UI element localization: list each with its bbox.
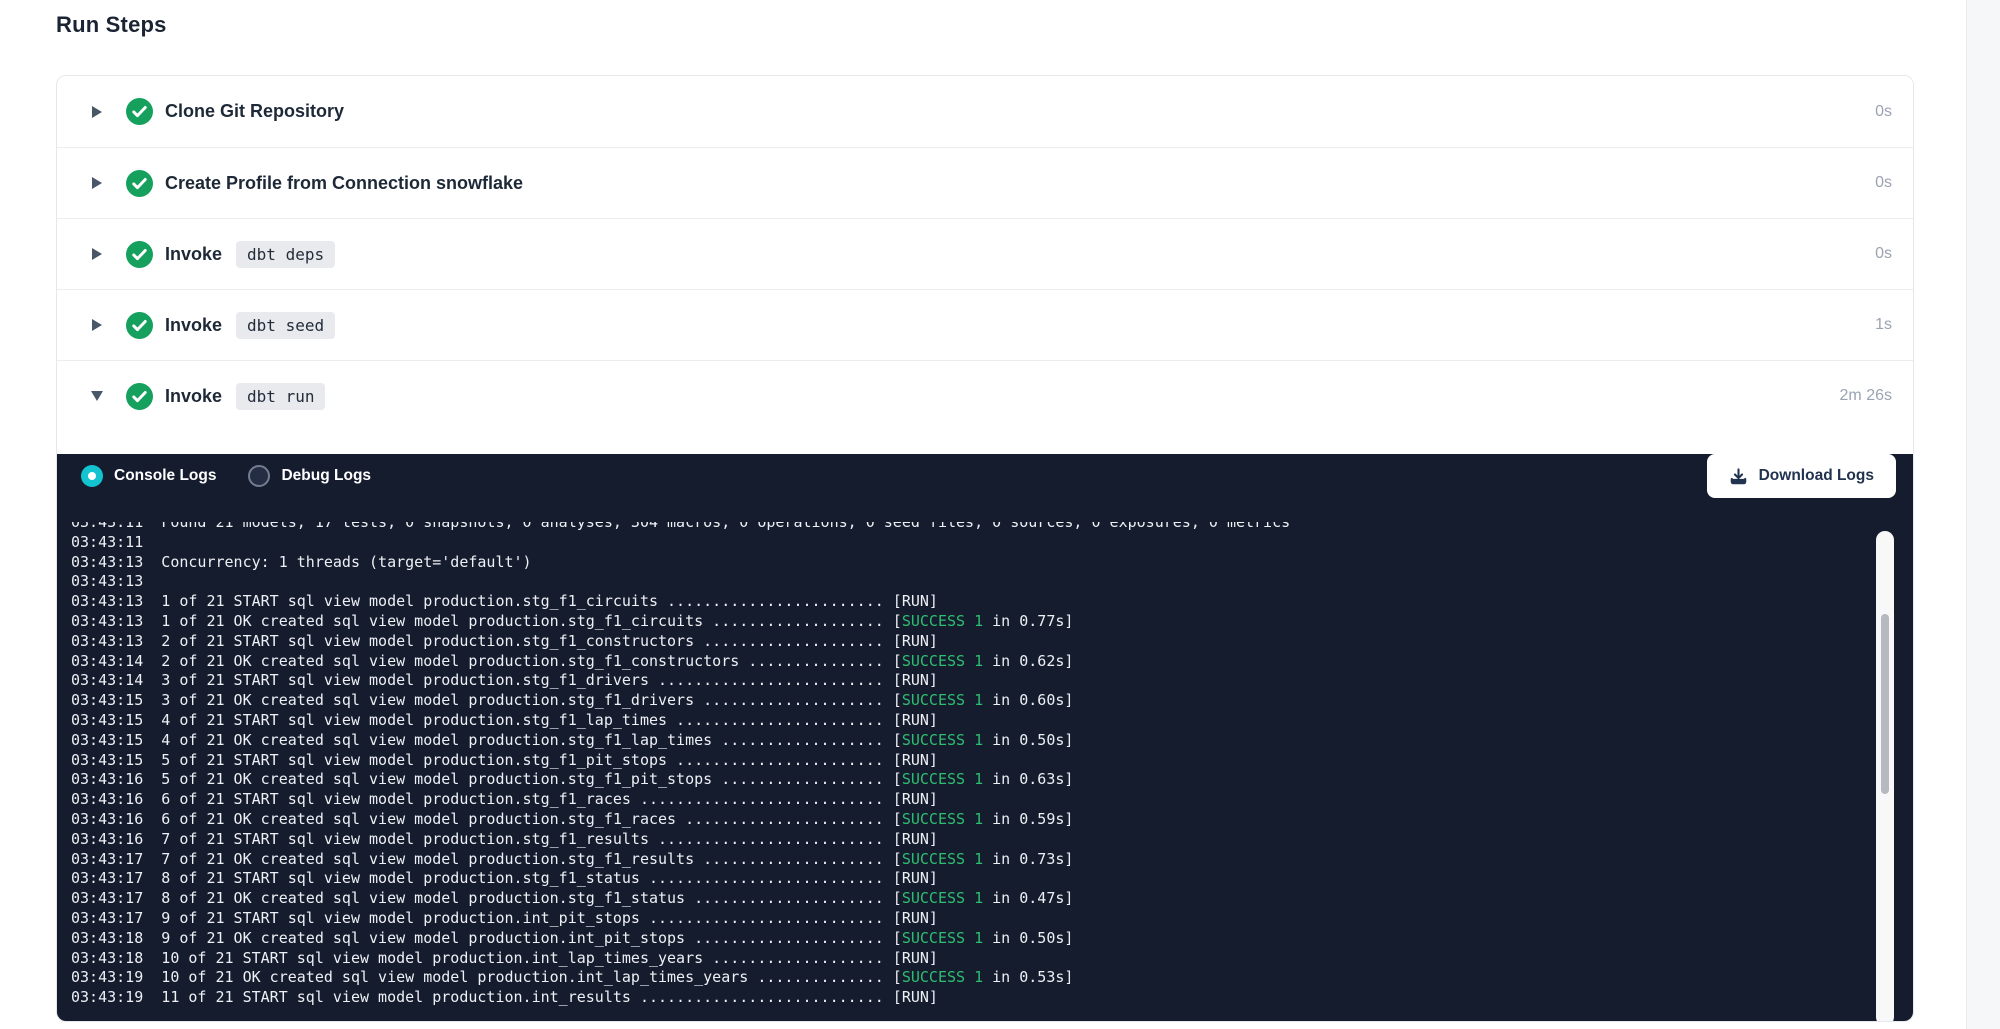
run-step-row[interactable]: Invoke dbt deps 0s	[57, 218, 1913, 289]
success-check-icon	[126, 170, 153, 197]
expand-caret-icon[interactable]	[90, 106, 104, 118]
log-type-radio-group: Console Logs Debug Logs	[81, 465, 371, 487]
step-label: Clone Git Repository	[165, 101, 344, 122]
page-title: Run Steps	[56, 12, 167, 38]
download-icon	[1729, 467, 1748, 486]
expand-caret-icon[interactable]	[90, 248, 104, 260]
log-line: 03:43:11 Found 21 models, 17 tests, 0 sn…	[71, 522, 1913, 533]
log-line: 03:43:16 6 of 21 START sql view model pr…	[71, 790, 1913, 810]
step-duration: 0s	[1875, 174, 1892, 192]
step-command-chip: dbt deps	[236, 241, 335, 268]
step-command-chip: dbt seed	[236, 312, 335, 339]
download-logs-label: Download Logs	[1759, 467, 1874, 485]
log-line: 03:43:19 11 of 21 START sql view model p…	[71, 988, 1913, 1008]
log-line: 03:43:13 1 of 21 OK created sql view mod…	[71, 612, 1913, 632]
run-step-row[interactable]: Create Profile from Connection snowflake…	[57, 147, 1913, 218]
step-duration: 0s	[1875, 103, 1892, 121]
expand-caret-icon[interactable]	[90, 177, 104, 189]
log-line: 03:43:15 4 of 21 OK created sql view mod…	[71, 731, 1913, 751]
log-line: 03:43:18 9 of 21 OK created sql view mod…	[71, 929, 1913, 949]
log-line: 03:43:14 3 of 21 START sql view model pr…	[71, 671, 1913, 691]
log-line: 03:43:15 4 of 21 START sql view model pr…	[71, 711, 1913, 731]
step-label: Invoke	[165, 386, 222, 407]
log-line: 03:43:15 3 of 21 OK created sql view mod…	[71, 691, 1913, 711]
log-line: 03:43:16 5 of 21 OK created sql view mod…	[71, 770, 1913, 790]
console-panel: Console Logs Debug Logs Download Logs 03…	[57, 454, 1913, 1022]
log-tab[interactable]: Console Logs	[81, 465, 216, 487]
log-tab-label: Debug Logs	[281, 467, 371, 485]
success-check-icon	[126, 98, 153, 125]
right-gutter	[1966, 0, 2000, 1029]
log-line: 03:43:19 10 of 21 OK created sql view mo…	[71, 968, 1913, 988]
run-step-row[interactable]: Invoke dbt seed 1s	[57, 289, 1913, 360]
run-step-row[interactable]: Invoke dbt run 2m 26s	[57, 360, 1913, 431]
success-check-icon	[126, 312, 153, 339]
radio-icon[interactable]	[81, 465, 103, 487]
step-label: Invoke	[165, 315, 222, 336]
run-step-row[interactable]: Clone Git Repository 0s	[57, 76, 1913, 147]
log-line: 03:43:16 6 of 21 OK created sql view mod…	[71, 810, 1913, 830]
log-line: 03:43:17 8 of 21 START sql view model pr…	[71, 869, 1913, 889]
run-steps-list: Clone Git Repository 0s Create Profile f…	[57, 76, 1913, 431]
step-duration: 0s	[1875, 245, 1892, 263]
log-tab-label: Console Logs	[114, 467, 216, 485]
step-label: Create Profile from Connection snowflake	[165, 173, 523, 194]
download-logs-button[interactable]: Download Logs	[1707, 454, 1896, 498]
step-duration: 2m 26s	[1840, 387, 1892, 405]
log-tab[interactable]: Debug Logs	[248, 465, 371, 487]
log-line: 03:43:13 1 of 21 START sql view model pr…	[71, 592, 1913, 612]
success-check-icon	[126, 383, 153, 410]
expand-caret-icon[interactable]	[90, 391, 104, 401]
log-line: 03:43:16 7 of 21 START sql view model pr…	[71, 830, 1913, 850]
run-steps-card: Clone Git Repository 0s Create Profile f…	[56, 75, 1914, 1022]
log-line: 03:43:13	[71, 572, 1913, 592]
console-log-lines: 03:43:11 Found 21 models, 17 tests, 0 sn…	[71, 522, 1913, 1008]
success-check-icon	[126, 241, 153, 268]
log-line: 03:43:13 Concurrency: 1 threads (target=…	[71, 553, 1913, 573]
log-line: 03:43:14 2 of 21 OK created sql view mod…	[71, 652, 1913, 672]
console-panel-header: Console Logs Debug Logs Download Logs	[81, 454, 1896, 498]
log-scrollbar-thumb[interactable]	[1881, 614, 1889, 794]
step-command-chip: dbt run	[236, 383, 325, 410]
expand-caret-icon[interactable]	[90, 319, 104, 331]
step-label: Invoke	[165, 244, 222, 265]
log-line: 03:43:18 10 of 21 START sql view model p…	[71, 949, 1913, 969]
log-scrollbar-track[interactable]	[1876, 531, 1894, 1022]
log-line: 03:43:17 7 of 21 OK created sql view mod…	[71, 850, 1913, 870]
step-duration: 1s	[1875, 316, 1892, 334]
console-log-output[interactable]: 03:43:11 Found 21 models, 17 tests, 0 sn…	[57, 522, 1913, 1022]
log-line: 03:43:17 8 of 21 OK created sql view mod…	[71, 889, 1913, 909]
log-line: 03:43:17 9 of 21 START sql view model pr…	[71, 909, 1913, 929]
log-line: 03:43:15 5 of 21 START sql view model pr…	[71, 751, 1913, 771]
log-line: 03:43:11	[71, 533, 1913, 553]
radio-icon[interactable]	[248, 465, 270, 487]
log-line: 03:43:13 2 of 21 START sql view model pr…	[71, 632, 1913, 652]
